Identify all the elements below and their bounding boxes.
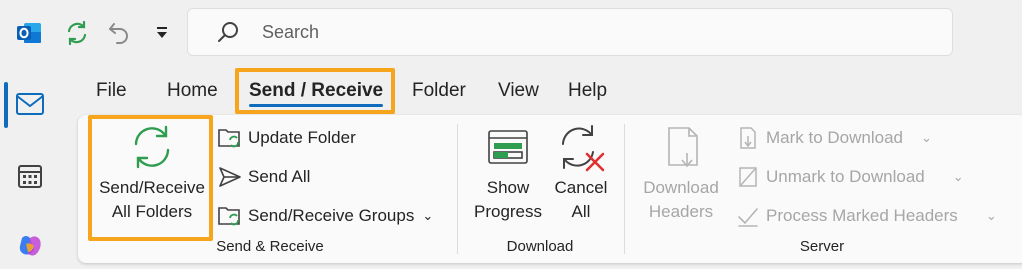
send-all-button[interactable]: Send All (216, 165, 310, 189)
ribbon-separator (624, 124, 625, 254)
chevron-down-icon: ⌄ (921, 130, 932, 145)
tab-help[interactable]: Help (568, 80, 607, 102)
update-folder-button[interactable]: Update Folder (216, 126, 356, 150)
search-box[interactable]: Search (187, 8, 953, 56)
highlight-send-receive-all (88, 115, 213, 241)
quick-access-dropdown-icon[interactable] (152, 22, 172, 44)
unmark-to-download-icon (734, 165, 762, 189)
chevron-down-icon: ⌄ (422, 208, 434, 223)
cancel-all-label-2: All (571, 202, 591, 221)
unmark-to-download-label: Unmark to Download (766, 167, 925, 186)
search-icon (216, 20, 240, 44)
ribbon-separator (457, 124, 458, 254)
group-label-download: Download (506, 238, 574, 255)
cancel-all-icon (557, 124, 607, 172)
unmark-to-download-button[interactable]: Unmark to Download ⌄ (734, 165, 964, 189)
update-folder-label: Update Folder (248, 128, 356, 147)
sync-icon[interactable] (62, 18, 92, 48)
send-receive-groups-label: Send/Receive Groups (248, 206, 415, 225)
tab-view[interactable]: View (498, 80, 539, 102)
show-progress-button[interactable]: Show Progress (468, 176, 548, 224)
tab-home[interactable]: Home (167, 80, 218, 102)
calendar-icon[interactable] (14, 160, 46, 192)
outlook-icon (14, 18, 44, 48)
search-input[interactable]: Search (262, 22, 319, 43)
process-marked-headers-button[interactable]: Process Marked Headers ⌄ (734, 204, 997, 228)
cancel-all-button[interactable]: Cancel All (548, 176, 614, 224)
show-progress-label-1: Show (486, 178, 530, 197)
copilot-icon[interactable] (14, 230, 46, 262)
chevron-down-icon: ⌄ (985, 208, 997, 223)
undo-icon[interactable] (104, 18, 134, 48)
mark-to-download-button[interactable]: Mark to Download ⌄ (734, 126, 932, 150)
download-headers-label-2: Headers (648, 202, 714, 221)
update-folder-icon (216, 126, 244, 150)
send-icon (216, 165, 244, 189)
mail-icon[interactable] (14, 88, 46, 120)
group-label-server: Server (799, 238, 845, 255)
send-receive-groups-icon (216, 204, 244, 228)
group-label-send-receive: Send & Receive (216, 238, 324, 255)
download-headers-button[interactable]: Download Headers (636, 176, 726, 224)
show-progress-label-2: Progress (473, 202, 543, 221)
send-receive-groups-button[interactable]: Send/Receive Groups ⌄ (216, 204, 433, 228)
send-all-label: Send All (248, 167, 311, 186)
download-headers-label-1: Download (643, 178, 719, 197)
mark-to-download-icon (734, 126, 762, 150)
tab-file[interactable]: File (96, 80, 127, 102)
download-headers-icon (660, 124, 706, 172)
show-progress-icon (484, 126, 532, 170)
highlight-send-receive-tab (235, 68, 395, 114)
tab-folder[interactable]: Folder (412, 80, 466, 102)
cancel-all-label-1: Cancel (554, 178, 608, 197)
checkmark-icon (734, 204, 762, 228)
rail-active-indicator (4, 82, 8, 128)
mark-to-download-label: Mark to Download (766, 128, 904, 147)
chevron-down-icon: ⌄ (952, 169, 964, 184)
process-marked-headers-label: Process Marked Headers (766, 206, 958, 225)
